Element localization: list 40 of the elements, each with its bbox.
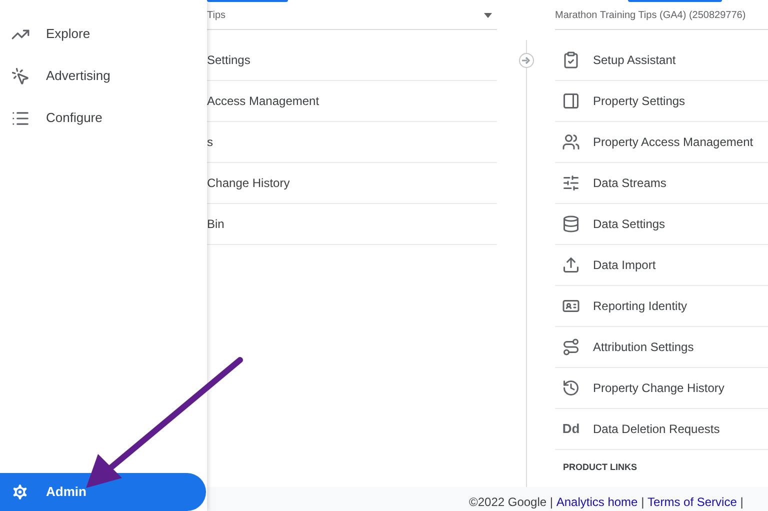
admin-link[interactable]: Settings bbox=[207, 40, 497, 81]
admin-nav-item[interactable]: Admin bbox=[0, 473, 206, 511]
nav-item[interactable]: Advertising bbox=[0, 55, 207, 97]
dropdown-caret-icon bbox=[484, 13, 492, 18]
footer-link[interactable]: Terms of Service bbox=[648, 493, 737, 511]
footer-text: | bbox=[739, 494, 744, 511]
settings-icon bbox=[10, 482, 30, 502]
admin-link[interactable]: Property Settings bbox=[555, 81, 768, 122]
section-heading: PRODUCT LINKS bbox=[562, 460, 638, 474]
id-card-icon bbox=[562, 297, 580, 315]
admin-link[interactable]: s bbox=[207, 122, 497, 163]
admin-link[interactable]: Setup Assistant bbox=[555, 40, 768, 81]
admin-link[interactable]: Bin bbox=[207, 204, 497, 245]
upload-icon bbox=[562, 256, 580, 274]
clipboard-check-icon bbox=[562, 51, 580, 69]
admin-link[interactable]: Data Settings bbox=[555, 204, 768, 245]
admin-link[interactable]: Access Management bbox=[207, 81, 497, 122]
footer-text: | bbox=[640, 494, 646, 511]
history-icon bbox=[562, 379, 580, 397]
admin-link[interactable]: Data Streams bbox=[555, 163, 768, 204]
admin-link[interactable]: Attribution Settings bbox=[555, 327, 768, 368]
sliders-icon bbox=[562, 174, 580, 192]
database-icon bbox=[562, 215, 580, 233]
admin-link[interactable]: Property Change History bbox=[555, 368, 768, 409]
nav-item[interactable]: Configure bbox=[0, 97, 207, 139]
footer-text: ©2022 Google | bbox=[469, 494, 554, 511]
letters-icon: Dd bbox=[562, 419, 580, 439]
admin-link[interactable]: Property Access Management bbox=[555, 122, 768, 163]
admin-link[interactable]: Data Import bbox=[555, 245, 768, 286]
panel-icon bbox=[562, 92, 580, 110]
cursor-click-icon bbox=[11, 66, 30, 86]
route-icon bbox=[562, 338, 580, 356]
nav-item[interactable]: Explore bbox=[0, 13, 207, 55]
admin-link[interactable]: Reporting Identity bbox=[555, 286, 768, 327]
footer-link[interactable]: Analytics home bbox=[556, 493, 638, 511]
account-selector[interactable]: Tips bbox=[207, 2, 497, 30]
admin-link[interactable]: Dd Data Deletion Requests bbox=[555, 409, 768, 450]
admin-link[interactable]: Change History bbox=[207, 163, 497, 204]
people-icon bbox=[562, 133, 580, 151]
property-selector[interactable]: Marathon Training Tips (GA4) (250829776) bbox=[555, 2, 768, 30]
